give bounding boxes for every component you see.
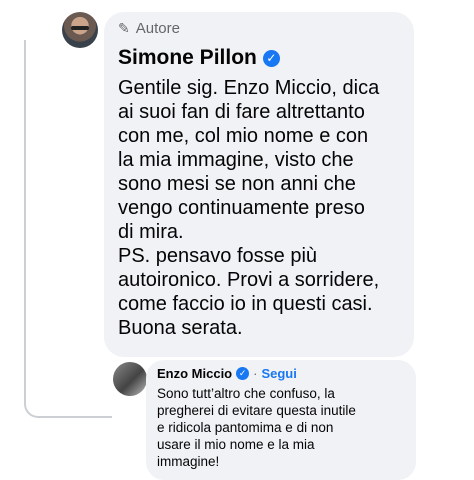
author-name[interactable]: Simone Pillon [118, 46, 257, 70]
comment-text: Gentile sig. Enzo Miccio, dica ai suoi f… [118, 77, 380, 339]
avatar[interactable] [62, 12, 98, 48]
follow-button[interactable]: Segui [261, 366, 296, 381]
comment-bubble: ✎ Autore Simone Pillon ✓ Gentile sig. En… [104, 12, 414, 357]
author-badge-label: Autore [135, 20, 180, 37]
comment-header: Simone Pillon ✓ [118, 46, 280, 70]
reply-avatar[interactable] [113, 362, 147, 396]
verified-badge-icon: ✓ [236, 367, 250, 380]
separator-dot: · [253, 366, 258, 381]
thread-connector [24, 40, 26, 370]
reply-author-name[interactable]: Enzo Miccio [157, 366, 232, 381]
author-badge: ✎ Autore [118, 20, 180, 37]
verified-badge-icon: ✓ [262, 49, 280, 67]
reply-header: Enzo Miccio ✓ · Segui [157, 366, 297, 381]
thread-connector-curve [24, 368, 112, 418]
pencil-icon: ✎ [118, 20, 130, 36]
reply-text: Sono tutt’altro che confuso, la preghere… [157, 386, 356, 469]
reply-bubble: Enzo Miccio ✓ · Segui Sono tutt’altro ch… [146, 360, 416, 480]
